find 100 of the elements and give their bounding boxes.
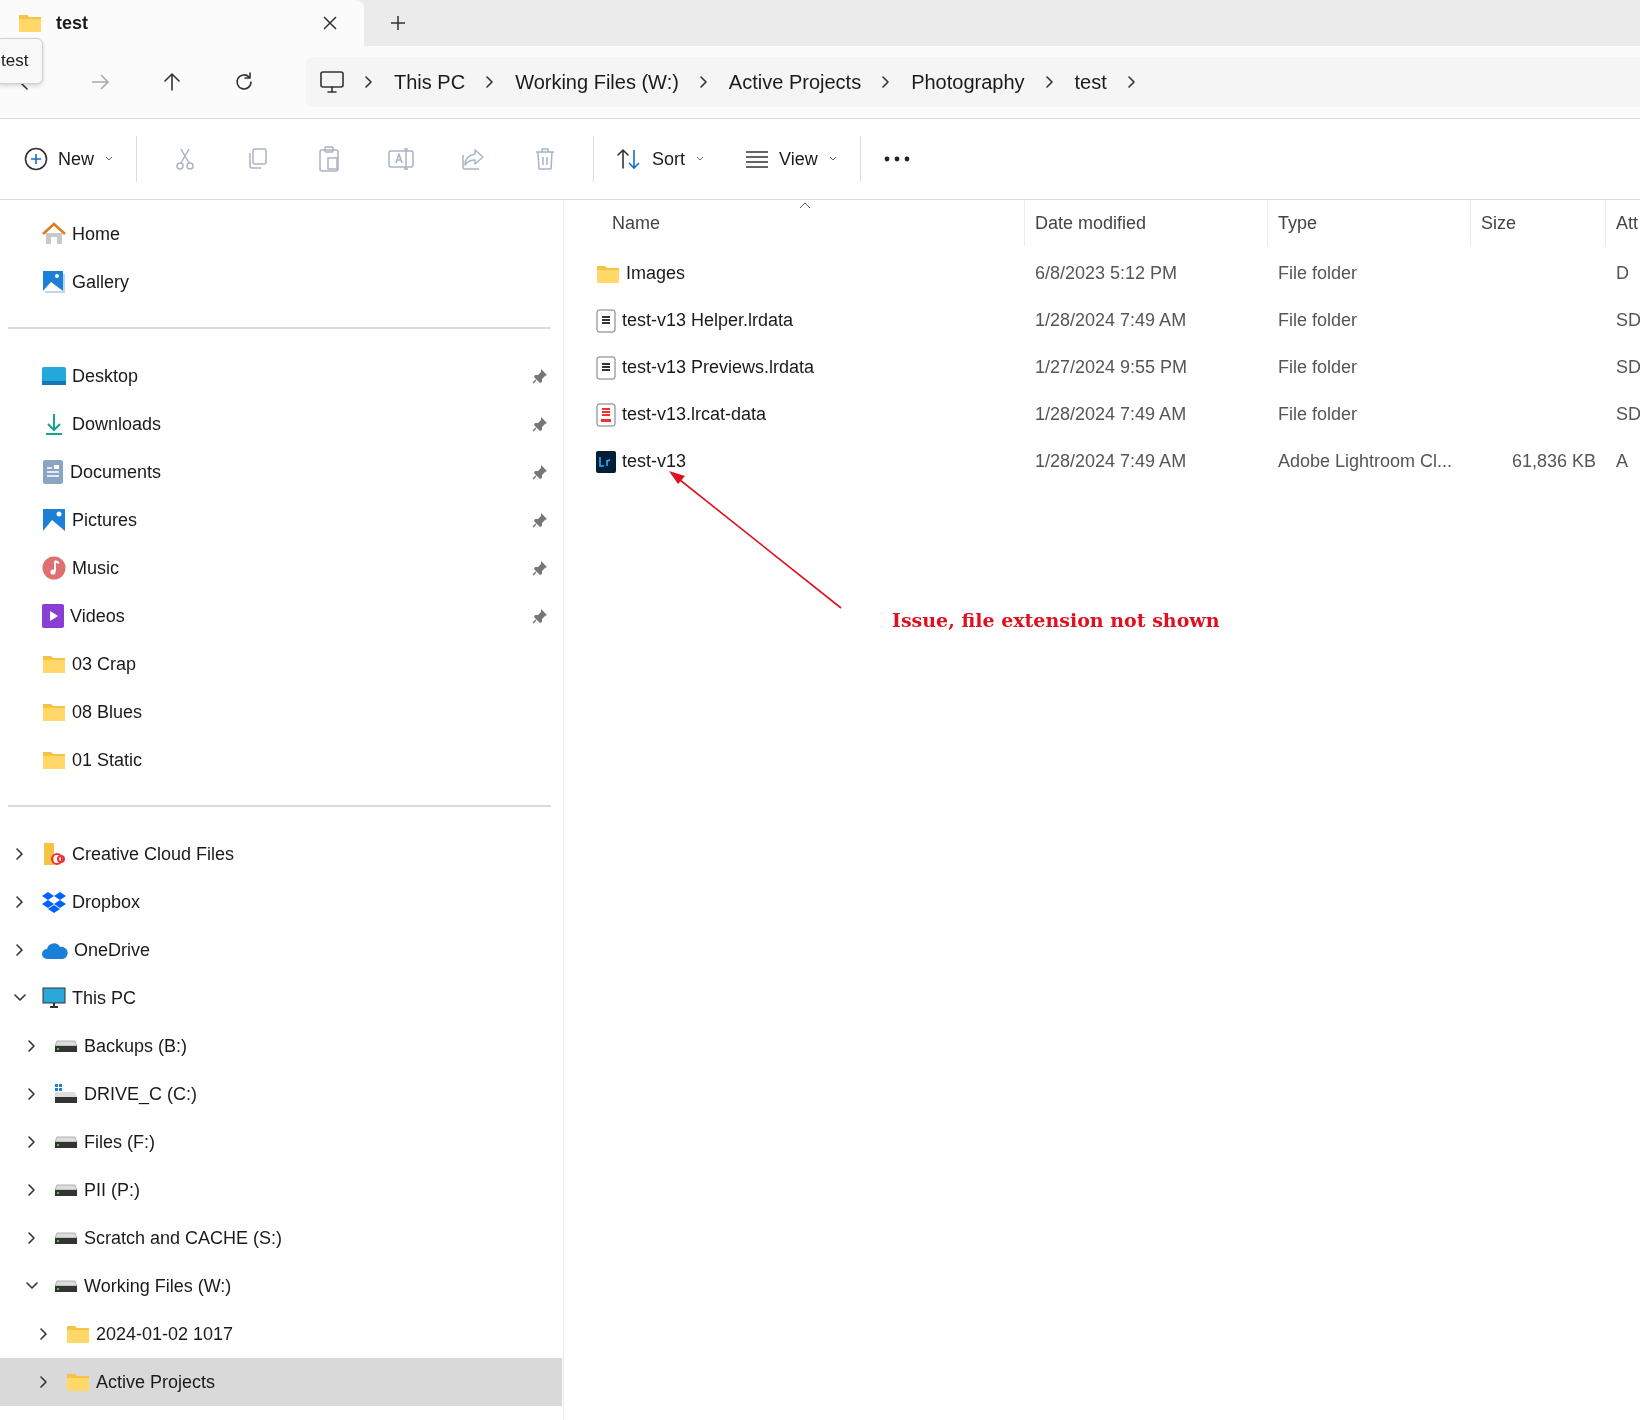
- file-name: test-v13.lrcat-data: [622, 404, 767, 425]
- column-header[interactable]: Size: [1471, 200, 1606, 246]
- database-file-icon: [596, 355, 616, 380]
- folder-icon: [66, 1372, 90, 1392]
- file-name: test-v13: [622, 451, 687, 472]
- tree-item-label: 2024-01-02 1017: [96, 1323, 235, 1345]
- date-cell-text: 1/28/2024 7:49 AM: [1034, 310, 1188, 331]
- plus-circle-icon: [24, 147, 48, 171]
- file-name-cell[interactable]: test-v13 Helper.lrdata: [564, 308, 1025, 333]
- sidebar-item[interactable]: Documents: [0, 448, 562, 496]
- picture-icon: [42, 508, 66, 532]
- file-name-cell[interactable]: Images: [564, 263, 1025, 284]
- sidebar-item-label: Downloads: [72, 413, 163, 435]
- tree-item-label: Backups (B:): [84, 1035, 189, 1057]
- sidebar-item[interactable]: Downloads: [0, 400, 562, 448]
- sidebar-item[interactable]: 01 Static: [0, 736, 562, 784]
- type-cell-text: File folder: [1277, 310, 1359, 331]
- column-header[interactable]: Att: [1606, 200, 1640, 246]
- music-note-icon: [42, 556, 66, 580]
- pin-icon[interactable]: [532, 464, 548, 480]
- breadcrumb-item[interactable]: Photography: [911, 70, 1025, 94]
- breadcrumb-item[interactable]: This PC: [394, 70, 466, 94]
- drive-icon: [54, 1039, 78, 1053]
- sidebar-item[interactable]: 08 Blues: [0, 688, 562, 736]
- pin-icon[interactable]: [532, 512, 548, 528]
- dropbox-icon: [42, 891, 66, 913]
- column-header[interactable]: Name: [564, 200, 1025, 246]
- monitor-icon: [42, 987, 66, 1009]
- tree-item[interactable]: OneDrive: [0, 926, 562, 974]
- attributes-cell-text: D: [1615, 263, 1630, 284]
- new-button[interactable]: New: [14, 139, 124, 179]
- type-cell-text: Adobe Lightroom Cl...: [1277, 451, 1454, 472]
- file-name-cell[interactable]: test-v13: [564, 450, 1025, 473]
- tree-item[interactable]: Active Projects: [0, 1358, 562, 1406]
- tree-item[interactable]: Scratch and CACHE (S:): [0, 1214, 562, 1262]
- pin-icon[interactable]: [532, 560, 548, 576]
- pin-icon[interactable]: [532, 608, 548, 624]
- sidebar-item-label: Home: [72, 223, 121, 245]
- file-name-cell[interactable]: test-v13.lrcat-data: [564, 402, 1025, 427]
- database-file-icon: [596, 402, 616, 427]
- sidebar-item[interactable]: Videos: [0, 592, 562, 640]
- desktop-icon: [42, 367, 66, 385]
- tree-item[interactable]: This PC: [0, 974, 562, 1022]
- sidebar-item-label: Desktop: [72, 365, 140, 387]
- file-name: Images: [626, 263, 686, 284]
- sidebar-item-label: Videos: [70, 605, 126, 627]
- sort-button[interactable]: Sort: [606, 139, 716, 179]
- sidebar-item-label: Pictures: [72, 509, 139, 531]
- breadcrumb-item[interactable]: Active Projects: [728, 70, 862, 94]
- pin-icon[interactable]: [532, 416, 548, 432]
- column-header[interactable]: Type: [1268, 200, 1471, 246]
- attributes-cell-text: A: [1615, 451, 1629, 472]
- pin-icon[interactable]: [532, 368, 548, 384]
- tree-item-label: OneDrive: [74, 939, 152, 961]
- database-file-icon: [596, 308, 616, 333]
- breadcrumb-item[interactable]: test: [1074, 70, 1107, 94]
- date-cell-text: 1/27/2024 9:55 PM: [1034, 357, 1189, 378]
- tree-item[interactable]: Working Files (W:): [0, 1262, 562, 1310]
- file-name: test-v13 Helper.lrdata: [622, 310, 794, 331]
- view-button[interactable]: View: [735, 140, 848, 178]
- drive-icon: [54, 1183, 78, 1197]
- tree-item[interactable]: 2024-01-02 1017: [0, 1310, 562, 1358]
- tab[interactable]: test: [0, 0, 364, 46]
- sidebar-item[interactable]: Gallery: [0, 258, 562, 306]
- sidebar-item[interactable]: Music: [0, 544, 562, 592]
- tree-item[interactable]: Files (F:): [0, 1118, 562, 1166]
- type-cell-text: File folder: [1277, 404, 1359, 425]
- sidebar-item[interactable]: Desktop: [0, 352, 562, 400]
- folder-icon: [18, 13, 42, 33]
- monitor-icon: [320, 71, 344, 93]
- folder-icon: [596, 263, 620, 284]
- tree-item[interactable]: DRIVE_C (C:): [0, 1070, 562, 1118]
- tree-item[interactable]: Backups (B:): [0, 1022, 562, 1070]
- sidebar-item-label: 01 Static: [72, 749, 144, 771]
- folder-cloud-icon: [42, 842, 66, 866]
- attributes-cell-text: SD: [1615, 404, 1640, 425]
- folder-icon: [42, 702, 66, 722]
- video-icon: [42, 604, 64, 628]
- folder-icon: [42, 654, 66, 674]
- sidebar-item-label: 03 Crap: [72, 653, 138, 675]
- attributes-cell-text: SD: [1615, 357, 1640, 378]
- scissors-icon: [173, 147, 197, 171]
- sidebar-item[interactable]: Home: [0, 210, 562, 258]
- tree-item[interactable]: Dropbox: [0, 878, 562, 926]
- column-header[interactable]: Date modified: [1025, 200, 1268, 246]
- drive-icon: [54, 1231, 78, 1245]
- tree-item-label: Active Projects: [96, 1371, 217, 1393]
- tab-title: test: [56, 12, 89, 34]
- file-name: test-v13 Previews.lrdata: [622, 357, 815, 378]
- tree-item[interactable]: PII (P:): [0, 1166, 562, 1214]
- date-cell-text: 1/28/2024 7:49 AM: [1034, 404, 1188, 425]
- sidebar-item[interactable]: Pictures: [0, 496, 562, 544]
- tree-item-label: DRIVE_C (C:): [84, 1083, 198, 1105]
- tree-item-label: This PC: [72, 987, 137, 1009]
- sidebar-item-label: Documents: [70, 461, 163, 483]
- gallery-icon: [42, 270, 66, 294]
- sidebar-item[interactable]: 03 Crap: [0, 640, 562, 688]
- file-name-cell[interactable]: test-v13 Previews.lrdata: [564, 355, 1025, 380]
- breadcrumb-item[interactable]: Working Files (W:): [515, 70, 679, 94]
- tree-item[interactable]: Creative Cloud Files: [0, 830, 562, 878]
